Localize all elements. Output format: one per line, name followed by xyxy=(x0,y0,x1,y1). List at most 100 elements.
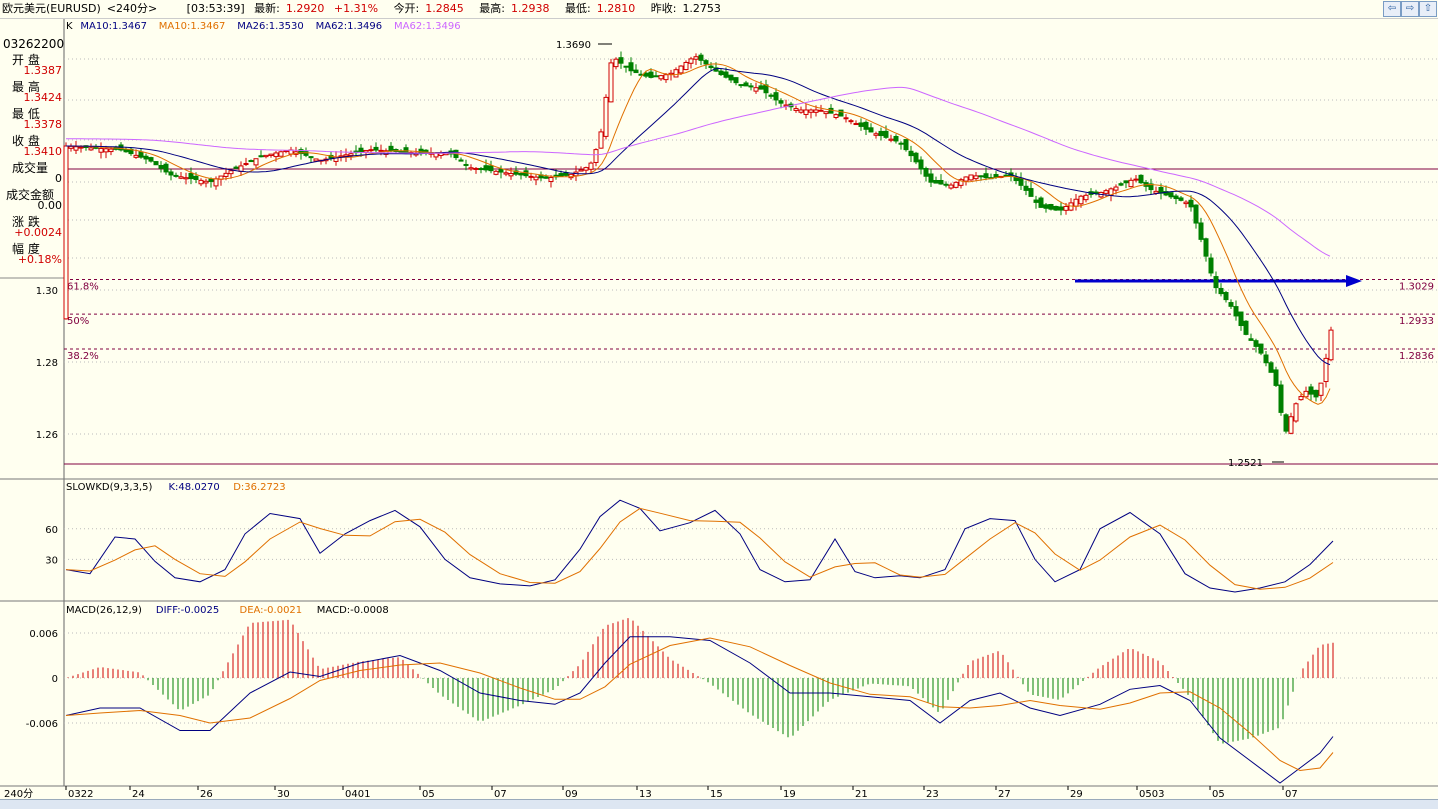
candle-down xyxy=(1118,183,1124,186)
candle-up xyxy=(823,111,829,115)
candle-down xyxy=(173,174,179,177)
candle-up xyxy=(503,172,509,175)
ma-legend: K xyxy=(66,21,73,32)
candle-down xyxy=(208,178,214,182)
ma-legend: MA26:1.3530 xyxy=(237,21,304,32)
candle-down xyxy=(1243,320,1249,335)
candle-down xyxy=(858,122,864,127)
candle-up xyxy=(183,177,189,180)
candle-down xyxy=(1248,338,1254,341)
ma-legend: MA62:1.3496 xyxy=(316,21,383,32)
candle-up xyxy=(1078,195,1084,205)
macd-legend: MACD(26,12,9) xyxy=(66,605,142,616)
candle-down xyxy=(633,69,639,74)
candle-down xyxy=(1048,204,1054,210)
candle-down xyxy=(138,151,144,158)
price-tick-label: 1.30 xyxy=(36,286,58,297)
candle-down xyxy=(718,70,724,76)
candle-up xyxy=(203,180,209,184)
candle-down xyxy=(778,100,784,104)
candle-up xyxy=(378,149,384,152)
candle-down xyxy=(558,173,564,177)
candle-down xyxy=(698,54,704,61)
candle-down xyxy=(1313,389,1319,398)
candle-up xyxy=(678,65,684,74)
candle-down xyxy=(1253,340,1259,347)
price-tick-label: 1.28 xyxy=(36,358,58,369)
candle-up xyxy=(1288,416,1294,434)
candle-down xyxy=(1023,185,1029,191)
candle-down xyxy=(1238,311,1244,327)
candle-down xyxy=(903,139,909,151)
candle-down xyxy=(983,173,989,179)
fib-value-label: 1.2836 xyxy=(1399,351,1434,362)
candle-up xyxy=(473,167,479,170)
candle-down xyxy=(1203,238,1209,257)
trend-arrow-head xyxy=(1346,275,1362,287)
candle-up xyxy=(508,173,514,177)
candle-down xyxy=(918,159,924,170)
candle-down xyxy=(1273,369,1279,386)
candle-up xyxy=(278,151,284,157)
candle-down xyxy=(928,173,934,183)
macd-legend: MACD:-0.0008 xyxy=(317,605,389,616)
candle-down xyxy=(1213,276,1219,289)
candle-down xyxy=(863,121,869,130)
candle-down xyxy=(543,176,549,179)
candle-up xyxy=(223,172,229,177)
candle-up xyxy=(313,158,319,162)
candle-up xyxy=(658,75,664,80)
candle-up xyxy=(78,146,84,149)
candle-up xyxy=(968,174,974,181)
candle-down xyxy=(1218,287,1224,295)
candle-down xyxy=(1033,199,1039,203)
candle-down xyxy=(1193,204,1199,224)
macd-legend: DIFF:-0.0025 xyxy=(156,605,219,616)
candle-down xyxy=(908,150,914,157)
candle-up xyxy=(833,114,839,119)
candle-up xyxy=(1063,205,1069,211)
macd-tick-label: 0 xyxy=(52,674,58,685)
candle-down xyxy=(743,82,749,87)
candle-down xyxy=(913,152,919,163)
candle-up xyxy=(528,175,534,178)
candle-up xyxy=(873,133,879,136)
candle-down xyxy=(653,75,659,78)
candle-down xyxy=(258,155,264,158)
candle-down xyxy=(303,151,309,156)
candle-up xyxy=(803,109,809,115)
candle-up xyxy=(98,147,104,153)
candle-up xyxy=(1103,190,1109,194)
candle-up xyxy=(848,120,854,123)
candle-down xyxy=(388,145,394,152)
candle-down xyxy=(1308,386,1314,395)
candle-up xyxy=(588,162,594,170)
candle-up xyxy=(973,175,979,180)
candle-up xyxy=(608,62,614,103)
candle-up xyxy=(1113,186,1119,191)
candle-up xyxy=(268,153,274,156)
ma-legend: MA10:1.3467 xyxy=(159,21,226,32)
candle-up xyxy=(198,179,204,185)
fib-value-label: 1.3029 xyxy=(1399,282,1434,293)
candle-up xyxy=(108,148,114,153)
candle-down xyxy=(883,130,889,138)
candle-down xyxy=(703,60,709,65)
candle-down xyxy=(463,163,469,166)
candle-up xyxy=(603,96,609,137)
candle-down xyxy=(748,85,754,88)
candle-up xyxy=(673,69,679,78)
kd-tick-label: 60 xyxy=(45,525,58,536)
macd-tick-label: -0.006 xyxy=(26,719,58,730)
kd-legend: K:48.0270 xyxy=(169,482,220,493)
candle-down xyxy=(193,175,199,180)
candle-up xyxy=(853,123,859,126)
candle-up xyxy=(1183,201,1189,205)
candle-up xyxy=(808,109,814,113)
candle-up xyxy=(793,108,799,111)
candle-down xyxy=(308,156,314,159)
candle-up xyxy=(663,74,669,81)
macd-tick-label: 0.006 xyxy=(29,629,58,640)
chart-canvas[interactable]: 1.30 1.28 1.26 61.8% 1.3029 50% 1.2933 38.2% 1.2… xyxy=(0,0,1438,800)
kd-k-line xyxy=(65,499,1334,593)
